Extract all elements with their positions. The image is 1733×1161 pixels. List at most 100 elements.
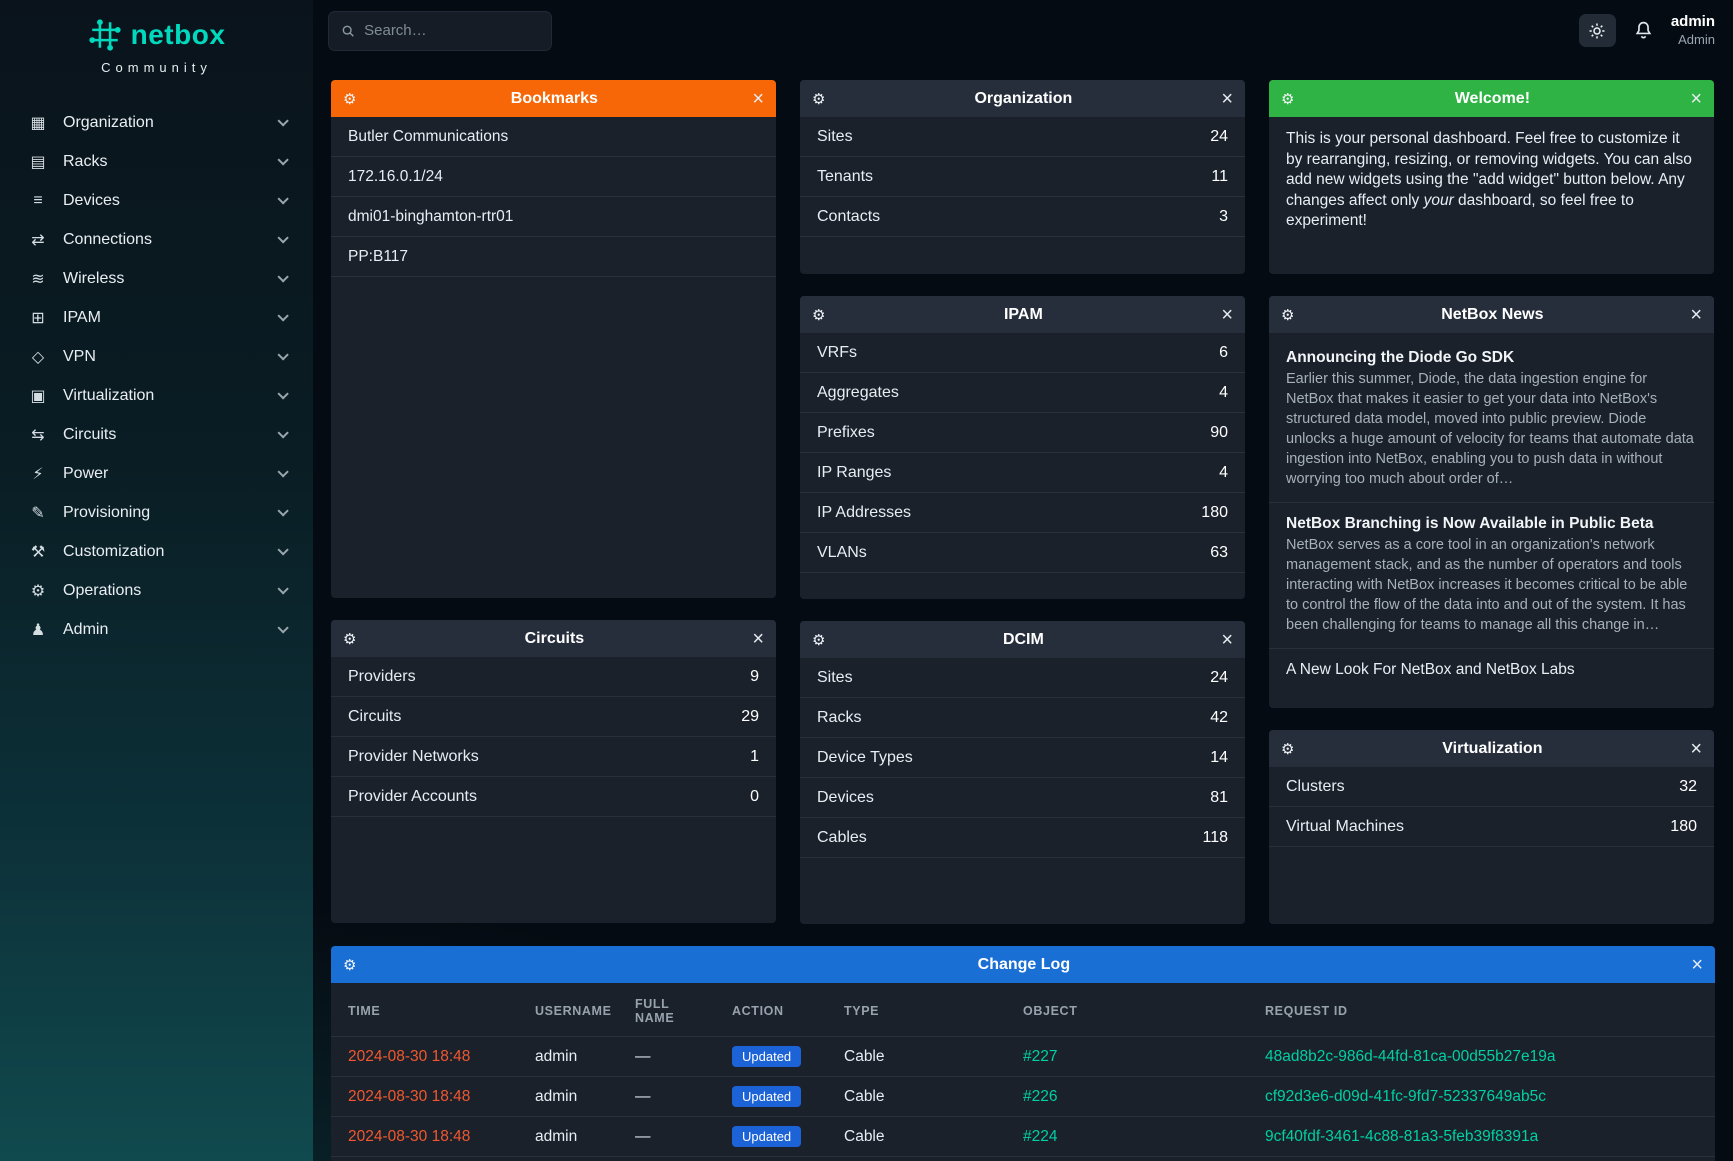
changelog-username: admin [518, 1117, 618, 1157]
widget-config-icon[interactable]: ⚙ [812, 306, 825, 324]
widget-title: Bookmarks [356, 90, 752, 108]
theme-toggle-button[interactable] [1579, 14, 1616, 47]
widget-close-icon[interactable]: × [752, 89, 764, 109]
stat-count-link[interactable]: 24 [1210, 128, 1228, 146]
widget-config-icon[interactable]: ⚙ [343, 630, 356, 648]
stat-count-link[interactable]: 0 [750, 788, 759, 806]
sidebar-item-power[interactable]: ⚡ Power [0, 454, 313, 493]
stat-count-link[interactable]: 3 [1219, 208, 1228, 226]
stat-count-link[interactable]: 1 [750, 748, 759, 766]
widget-close-icon[interactable]: × [1690, 305, 1702, 325]
changelog-time-link[interactable]: 2024-08-30 18:48 [348, 1088, 470, 1105]
widget-header: ⚙ Organization × [800, 80, 1245, 117]
chevron-down-icon [277, 349, 288, 360]
sidebar-item-devices[interactable]: ≡ Devices [0, 181, 313, 220]
action-badge: Updated [732, 1046, 801, 1067]
widget-config-icon[interactable]: ⚙ [343, 956, 356, 974]
changelog-request-id-link[interactable]: cf92d3e6-d09d-41fc-9fd7-52337649ab5c [1265, 1088, 1546, 1105]
dashboard-column-1: ⚙ Bookmarks × Butler Communications 172.… [331, 80, 776, 923]
widget-title: Circuits [356, 630, 752, 648]
widget-bookmarks: ⚙ Bookmarks × Butler Communications 172.… [331, 80, 776, 598]
stat-count-link[interactable]: 42 [1210, 709, 1228, 727]
devices-icon: ≡ [27, 192, 49, 210]
bell-icon [1633, 20, 1654, 41]
sidebar-item-vpn[interactable]: ◇ VPN [0, 337, 313, 376]
news-headline-link[interactable]: A New Look For NetBox and NetBox Labs [1286, 661, 1697, 679]
topbar: admin Admin [313, 0, 1733, 61]
widget-close-icon[interactable]: × [752, 629, 764, 649]
bookmark-link[interactable]: Butler Communications [331, 117, 776, 157]
stat-count-link[interactable]: 14 [1210, 749, 1228, 767]
sidebar-item-organization[interactable]: ▦ Organization [0, 103, 313, 142]
news-headline-link[interactable]: Announcing the Diode Go SDK [1286, 349, 1697, 367]
stat-count-link[interactable]: 11 [1211, 168, 1228, 186]
changelog-request-id-link[interactable]: 48ad8b2c-986d-44fd-81ca-00d55b27e19a [1265, 1048, 1555, 1065]
bookmark-link[interactable]: 172.16.0.1/24 [331, 157, 776, 197]
circuits-icon: ⇆ [27, 425, 49, 445]
widget-config-icon[interactable]: ⚙ [812, 631, 825, 649]
stat-count-link[interactable]: 90 [1210, 424, 1228, 442]
notifications-button[interactable] [1633, 20, 1654, 41]
stat-row: Cables 118 [800, 818, 1245, 858]
widget-config-icon[interactable]: ⚙ [343, 90, 356, 108]
stat-count-link[interactable]: 180 [1670, 818, 1697, 836]
changelog-object-link[interactable]: #224 [1023, 1128, 1057, 1145]
changelog-object-link[interactable]: #227 [1023, 1048, 1057, 1065]
stat-count-link[interactable]: 6 [1219, 344, 1228, 362]
stat-count-link[interactable]: 9 [750, 668, 759, 686]
chevron-down-icon [277, 544, 288, 555]
column-header: TYPE [827, 983, 1006, 1037]
widget-config-icon[interactable]: ⚙ [1281, 740, 1294, 758]
chevron-down-icon [277, 427, 288, 438]
stat-row: Racks 42 [800, 698, 1245, 738]
stat-count-link[interactable]: 81 [1210, 789, 1228, 807]
changelog-request-id-link[interactable]: 9cf40fdf-3461-4c88-81a3-5feb39f8391a [1265, 1128, 1538, 1145]
widget-config-icon[interactable]: ⚙ [1281, 306, 1294, 324]
sidebar-item-connections[interactable]: ⇄ Connections [0, 220, 313, 259]
main-area: admin Admin ⚙ Bookmarks × Butler Communi… [313, 0, 1733, 1161]
widget-close-icon[interactable]: × [1691, 955, 1703, 975]
widget-close-icon[interactable]: × [1690, 739, 1702, 759]
stat-count-link[interactable]: 118 [1202, 829, 1228, 847]
bookmark-link[interactable]: dmi01-binghamton-rtr01 [331, 197, 776, 237]
sidebar-item-customization[interactable]: ⚒ Customization [0, 532, 313, 571]
widget-config-icon[interactable]: ⚙ [812, 90, 825, 108]
stat-count-link[interactable]: 29 [741, 708, 759, 726]
sidebar-item-admin[interactable]: ♟ Admin [0, 610, 313, 649]
sidebar-item-label: Customization [63, 543, 164, 561]
stat-row: Prefixes 90 [800, 413, 1245, 453]
stat-row: IP Ranges 4 [800, 453, 1245, 493]
stat-label: IP Addresses [817, 504, 911, 522]
wifi-icon: ≋ [27, 269, 49, 289]
sidebar-item-operations[interactable]: ⚙ Operations [0, 571, 313, 610]
widget-config-icon[interactable]: ⚙ [1281, 90, 1294, 108]
search-box[interactable] [328, 11, 552, 51]
sidebar-item-virtualization[interactable]: ▣ Virtualization [0, 376, 313, 415]
widget-close-icon[interactable]: × [1690, 89, 1702, 109]
widget-close-icon[interactable]: × [1221, 89, 1233, 109]
stat-row: VLANs 63 [800, 533, 1245, 573]
widget-close-icon[interactable]: × [1221, 630, 1233, 650]
changelog-type: Cable [827, 1077, 1006, 1117]
stat-count-link[interactable]: 4 [1219, 384, 1228, 402]
sidebar-item-racks[interactable]: ▤ Racks [0, 142, 313, 181]
news-headline-link[interactable]: NetBox Branching is Now Available in Pub… [1286, 515, 1697, 533]
stat-count-link[interactable]: 4 [1219, 464, 1228, 482]
bookmark-link[interactable]: PP:B117 [331, 237, 776, 277]
changelog-time-link[interactable]: 2024-08-30 18:48 [348, 1128, 470, 1145]
widget-close-icon[interactable]: × [1221, 305, 1233, 325]
stat-count-link[interactable]: 63 [1210, 544, 1228, 562]
search-input[interactable] [364, 22, 539, 39]
user-menu[interactable]: admin Admin [1671, 13, 1715, 48]
stat-count-link[interactable]: 24 [1210, 669, 1228, 687]
brand[interactable]: netbox Community [0, 0, 313, 89]
stat-count-link[interactable]: 32 [1679, 778, 1697, 796]
changelog-object-link[interactable]: #226 [1023, 1088, 1057, 1105]
sidebar-item-ipam[interactable]: ⊞ IPAM [0, 298, 313, 337]
stat-count-link[interactable]: 180 [1201, 504, 1228, 522]
sidebar-item-circuits[interactable]: ⇆ Circuits [0, 415, 313, 454]
changelog-type: Cable [827, 1117, 1006, 1157]
sidebar-item-wireless[interactable]: ≋ Wireless [0, 259, 313, 298]
changelog-time-link[interactable]: 2024-08-30 18:48 [348, 1048, 470, 1065]
sidebar-item-provisioning[interactable]: ✎ Provisioning [0, 493, 313, 532]
